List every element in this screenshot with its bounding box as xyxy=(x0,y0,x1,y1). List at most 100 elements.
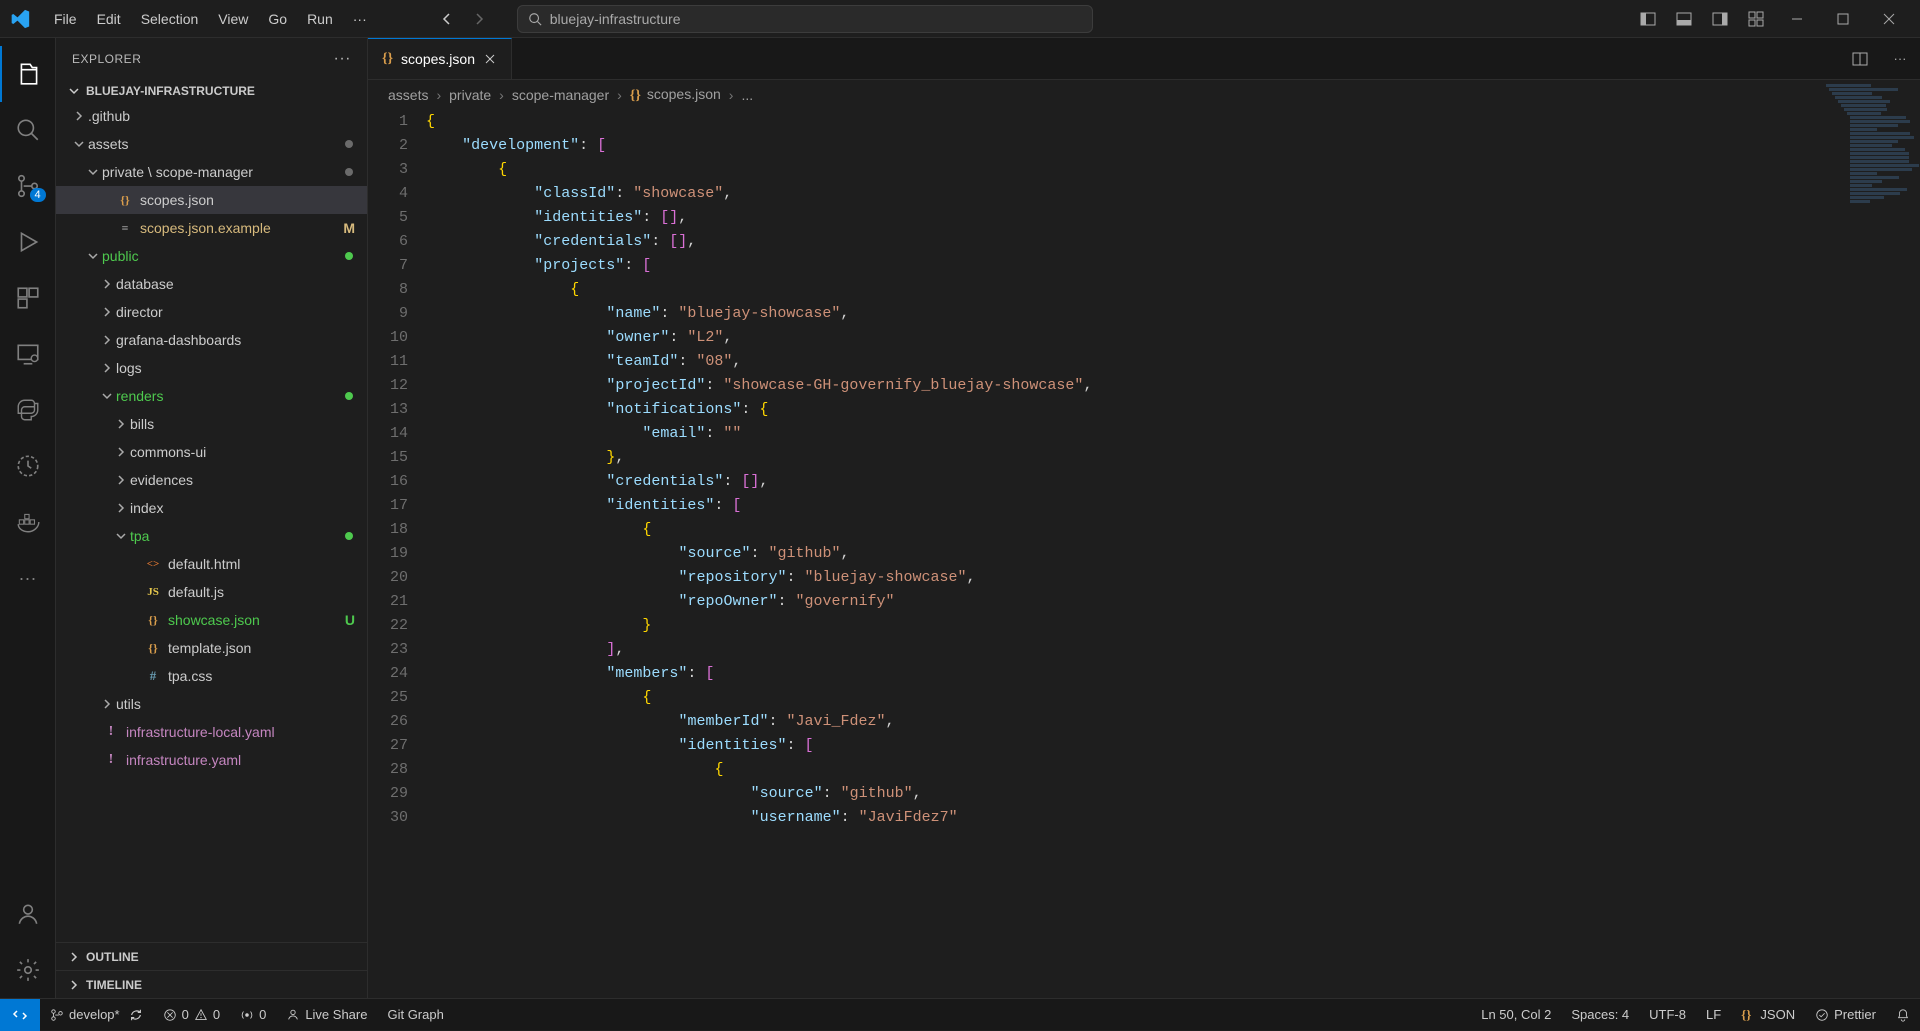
tree-item[interactable]: index xyxy=(56,494,367,522)
nav-forward-icon[interactable] xyxy=(465,5,493,33)
source-control-activity-icon[interactable]: 4 xyxy=(0,158,56,214)
tree-item[interactable]: {}template.json xyxy=(56,634,367,662)
explorer-activity-icon[interactable] xyxy=(0,46,56,102)
liveshare-icon xyxy=(286,1008,300,1022)
tree-item[interactable]: .github xyxy=(56,102,367,130)
search-activity-icon[interactable] xyxy=(0,102,56,158)
tree-item[interactable]: <>default.html xyxy=(56,550,367,578)
breadcrumb[interactable]: assets›private›scope-manager›{}scopes.js… xyxy=(368,80,1920,110)
code-editor[interactable]: 1234567891011121314151617181920212223242… xyxy=(368,110,1920,998)
breadcrumb-separator-icon: › xyxy=(436,87,441,103)
bell-icon xyxy=(1896,1008,1910,1022)
breadcrumb-separator-icon: › xyxy=(499,87,504,103)
tree-item[interactable]: evidences xyxy=(56,466,367,494)
accounts-activity-icon[interactable] xyxy=(0,886,56,942)
tree-item[interactable]: public xyxy=(56,242,367,270)
status-bar: develop* 0 0 0 Live Share Git Graph Ln 5… xyxy=(0,998,1920,1030)
tree-item[interactable]: assets xyxy=(56,130,367,158)
nav-back-icon[interactable] xyxy=(433,5,461,33)
error-count: 0 xyxy=(182,1007,189,1022)
extensions-activity-icon[interactable] xyxy=(0,270,56,326)
sidebar-more-icon[interactable]: ··· xyxy=(334,50,351,68)
ports-count: 0 xyxy=(259,1007,266,1022)
editor-area: {} scopes.json ··· assets › private › scope-… xyxy=(368,38,1920,998)
customize-layout-icon[interactable] xyxy=(1738,5,1774,33)
problems-status[interactable]: 0 0 xyxy=(153,999,230,1031)
docker-activity-icon[interactable] xyxy=(0,494,56,550)
layout-panel-left-icon[interactable] xyxy=(1630,5,1666,33)
breadcrumb-segment[interactable]: ... xyxy=(741,87,753,103)
project-section-header[interactable]: BLUEJAY-INFRASTRUCTURE xyxy=(56,80,367,102)
run-debug-activity-icon[interactable] xyxy=(0,214,56,270)
indentation-status[interactable]: Spaces: 4 xyxy=(1561,999,1639,1031)
breadcrumb-segment[interactable]: private xyxy=(449,87,491,103)
window-close-icon[interactable] xyxy=(1866,0,1912,38)
breadcrumb-segment[interactable]: assets xyxy=(388,87,428,103)
breadcrumb-segment[interactable]: scope-manager xyxy=(512,87,609,103)
layout-panel-bottom-icon[interactable] xyxy=(1666,5,1702,33)
more-activity-icon[interactable]: ··· xyxy=(0,550,56,606)
git-branch-status[interactable]: develop* xyxy=(40,999,153,1031)
tree-item[interactable]: logs xyxy=(56,354,367,382)
branch-icon xyxy=(50,1008,64,1022)
tree-item[interactable]: commons-ui xyxy=(56,438,367,466)
tab-close-icon[interactable] xyxy=(483,52,497,66)
tree-item[interactable]: bills xyxy=(56,410,367,438)
remote-explorer-activity-icon[interactable] xyxy=(0,326,56,382)
tree-item[interactable]: grafana-dashboards xyxy=(56,326,367,354)
breadcrumb-segment[interactable]: {}scopes.json xyxy=(630,86,721,104)
tree-item[interactable]: renders xyxy=(56,382,367,410)
gitgraph-status[interactable]: Git Graph xyxy=(377,999,453,1031)
editor-more-icon[interactable]: ··· xyxy=(1880,38,1920,79)
sync-icon xyxy=(129,1008,143,1022)
language-mode-status[interactable]: {}JSON xyxy=(1731,999,1805,1031)
cursor-position-status[interactable]: Ln 50, Col 2 xyxy=(1471,999,1561,1031)
window-minimize-icon[interactable] xyxy=(1774,0,1820,38)
ports-status[interactable]: 0 xyxy=(230,999,276,1031)
tree-item[interactable]: !infrastructure-local.yaml xyxy=(56,718,367,746)
menu-edit[interactable]: Edit xyxy=(87,7,131,31)
menu-overflow-icon[interactable]: ··· xyxy=(343,7,377,31)
tree-item[interactable]: tpa xyxy=(56,522,367,550)
chevron-down-icon xyxy=(68,85,80,97)
encoding-status[interactable]: UTF-8 xyxy=(1639,999,1696,1031)
menu-go[interactable]: Go xyxy=(258,7,297,31)
tree-item[interactable]: private \ scope-manager xyxy=(56,158,367,186)
tree-item[interactable]: !infrastructure.yaml xyxy=(56,746,367,774)
tree-item[interactable]: JSdefault.js xyxy=(56,578,367,606)
tree-item[interactable]: {}showcase.jsonU xyxy=(56,606,367,634)
settings-activity-icon[interactable] xyxy=(0,942,56,998)
check-icon xyxy=(1815,1008,1829,1022)
search-icon xyxy=(528,12,542,26)
window-maximize-icon[interactable] xyxy=(1820,0,1866,38)
tree-item[interactable]: ≡scopes.json.exampleM xyxy=(56,214,367,242)
editor-tab[interactable]: {} scopes.json xyxy=(368,38,512,79)
menu-run[interactable]: Run xyxy=(297,7,343,31)
tree-item[interactable]: database xyxy=(56,270,367,298)
formatter-status[interactable]: Prettier xyxy=(1805,999,1886,1031)
command-center-search[interactable]: bluejay-infrastructure xyxy=(517,5,1093,33)
minimap[interactable] xyxy=(1826,84,1906,324)
remote-indicator-icon[interactable] xyxy=(0,999,40,1031)
vscode-logo-icon xyxy=(8,7,32,31)
clock-activity-icon[interactable] xyxy=(0,438,56,494)
outline-section[interactable]: OUTLINE xyxy=(56,942,367,970)
eol-status[interactable]: LF xyxy=(1696,999,1731,1031)
layout-panel-right-icon[interactable] xyxy=(1702,5,1738,33)
search-text: bluejay-infrastructure xyxy=(550,11,681,27)
python-activity-icon[interactable] xyxy=(0,382,56,438)
menu-file[interactable]: File xyxy=(44,7,87,31)
code-content[interactable]: { "development": [ { "classId": "showcas… xyxy=(426,110,1920,998)
menu-view[interactable]: View xyxy=(208,7,258,31)
menu-selection[interactable]: Selection xyxy=(131,7,209,31)
tree-item[interactable]: utils xyxy=(56,690,367,718)
tree-item[interactable]: director xyxy=(56,298,367,326)
sidebar: EXPLORER ··· BLUEJAY-INFRASTRUCTURE .git… xyxy=(56,38,368,998)
notifications-status[interactable] xyxy=(1886,999,1920,1031)
split-editor-icon[interactable] xyxy=(1840,38,1880,79)
liveshare-status[interactable]: Live Share xyxy=(276,999,377,1031)
tree-item[interactable]: {}scopes.json xyxy=(56,186,367,214)
timeline-section[interactable]: TIMELINE xyxy=(56,970,367,998)
chevron-right-icon xyxy=(68,979,80,991)
tree-item[interactable]: #tpa.css xyxy=(56,662,367,690)
